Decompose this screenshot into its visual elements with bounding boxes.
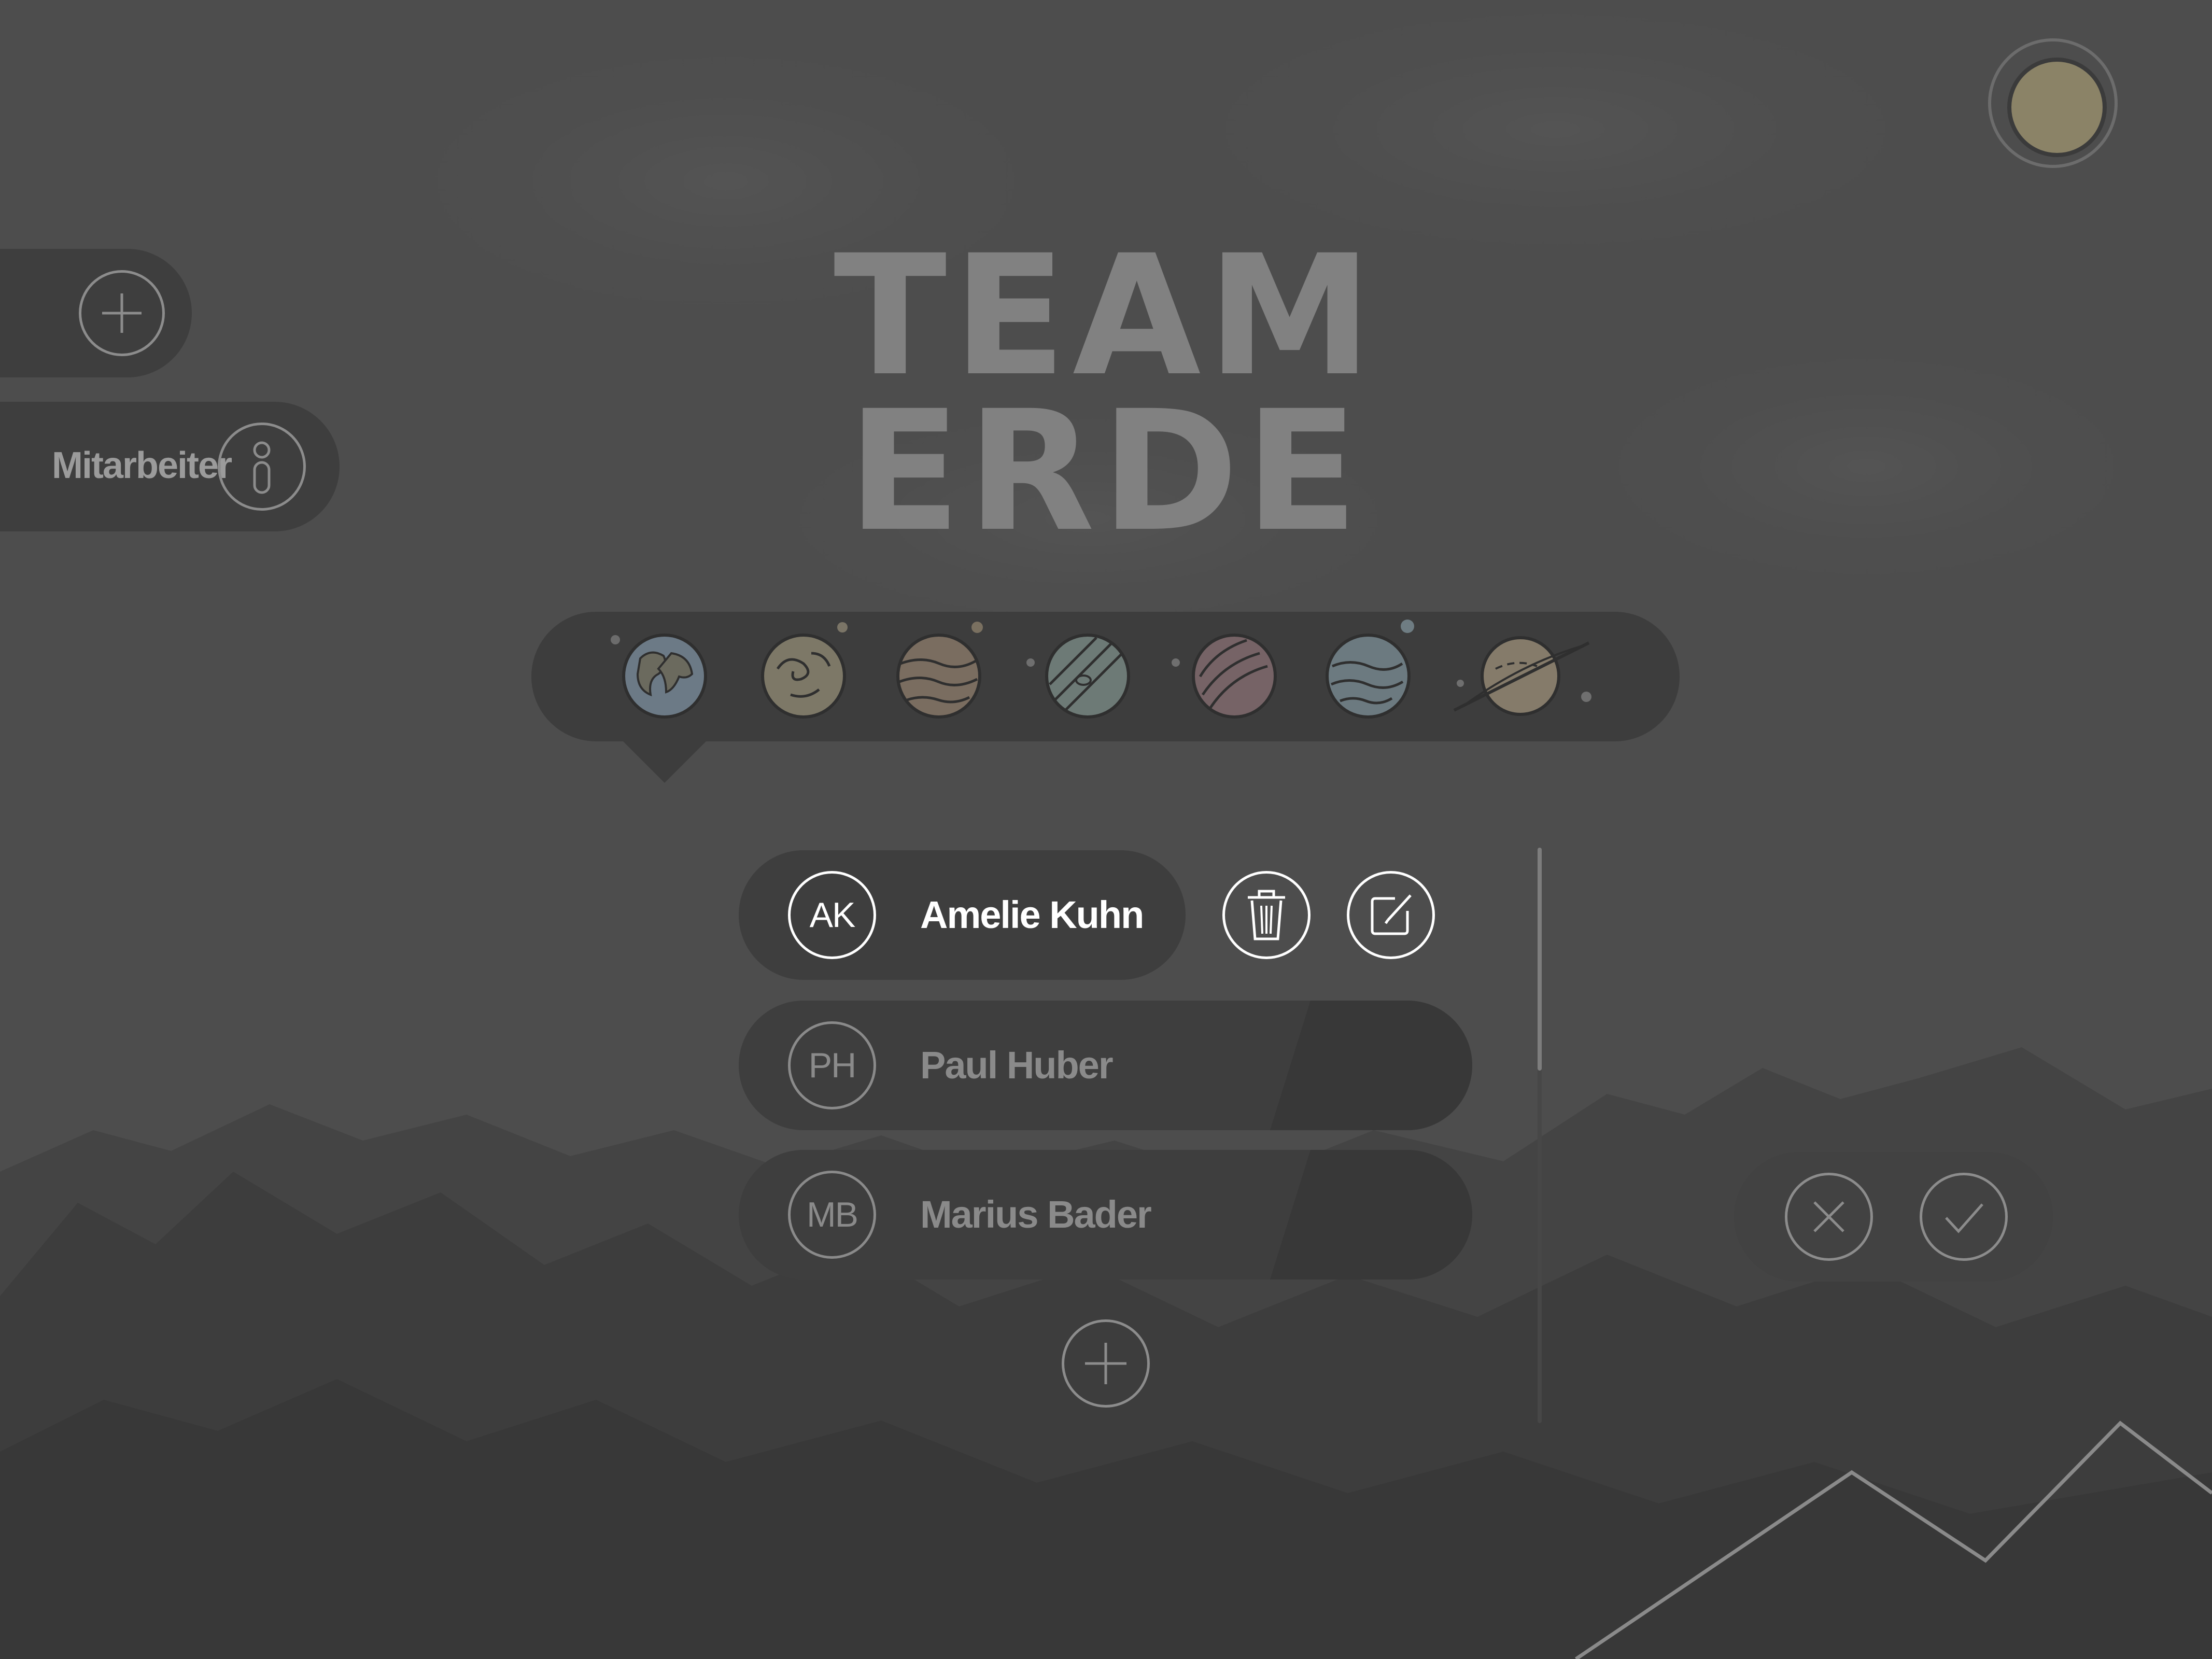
avatar — [2007, 58, 2107, 157]
selector-pointer — [622, 740, 707, 783]
member-row[interactable]: PH Paul Huber — [739, 1001, 1472, 1130]
banded-planet-icon[interactable] — [1026, 634, 1130, 719]
delete-member-button[interactable] — [1222, 871, 1311, 959]
member-initials: PH — [788, 1021, 876, 1109]
red-planet-icon[interactable] — [1172, 634, 1277, 719]
ice-planet-icon[interactable] — [1326, 620, 1414, 719]
earth-icon[interactable] — [611, 634, 707, 719]
add-member-button[interactable] — [1062, 1319, 1150, 1408]
member-initials: AK — [788, 871, 876, 959]
striped-planet-icon[interactable] — [896, 622, 983, 719]
ringed-planet-icon[interactable] — [1453, 636, 1591, 716]
plus-icon — [1085, 1343, 1126, 1384]
info-icon — [253, 441, 271, 494]
add-team-button[interactable] — [79, 270, 165, 356]
member-name: Marius Bader — [920, 1193, 1152, 1236]
member-row-active[interactable]: AK Amelie Kuhn — [739, 850, 1186, 980]
row-swipe-area — [1270, 1001, 1472, 1130]
add-team-pill — [0, 249, 192, 377]
employees-info-button[interactable] — [218, 423, 306, 511]
plus-icon — [102, 293, 142, 333]
employees-label: Mitarbeiter — [52, 445, 232, 486]
page-title-line-2: ERDE — [847, 375, 1365, 568]
member-row[interactable]: MB Marius Bader — [739, 1150, 1472, 1280]
row-swipe-area — [1270, 1150, 1472, 1280]
member-name: Amelie Kuhn — [920, 893, 1144, 936]
employees-pill[interactable]: Mitarbeiter — [0, 402, 340, 531]
swirl-planet-icon[interactable] — [761, 622, 848, 719]
scrollbar-thumb[interactable] — [1538, 848, 1542, 1071]
close-icon — [1813, 1201, 1844, 1232]
confirm-button[interactable] — [1920, 1173, 2008, 1261]
planet-icons — [611, 620, 1591, 719]
check-icon — [1945, 1203, 1983, 1233]
page-title-line-1: TEAM — [834, 220, 1378, 413]
edit-icon — [1371, 894, 1412, 935]
cancel-button[interactable] — [1785, 1173, 1873, 1261]
member-initials: MB — [788, 1171, 876, 1259]
trash-icon — [1248, 890, 1285, 940]
member-name: Paul Huber — [920, 1044, 1114, 1087]
edit-member-button[interactable] — [1347, 871, 1435, 959]
